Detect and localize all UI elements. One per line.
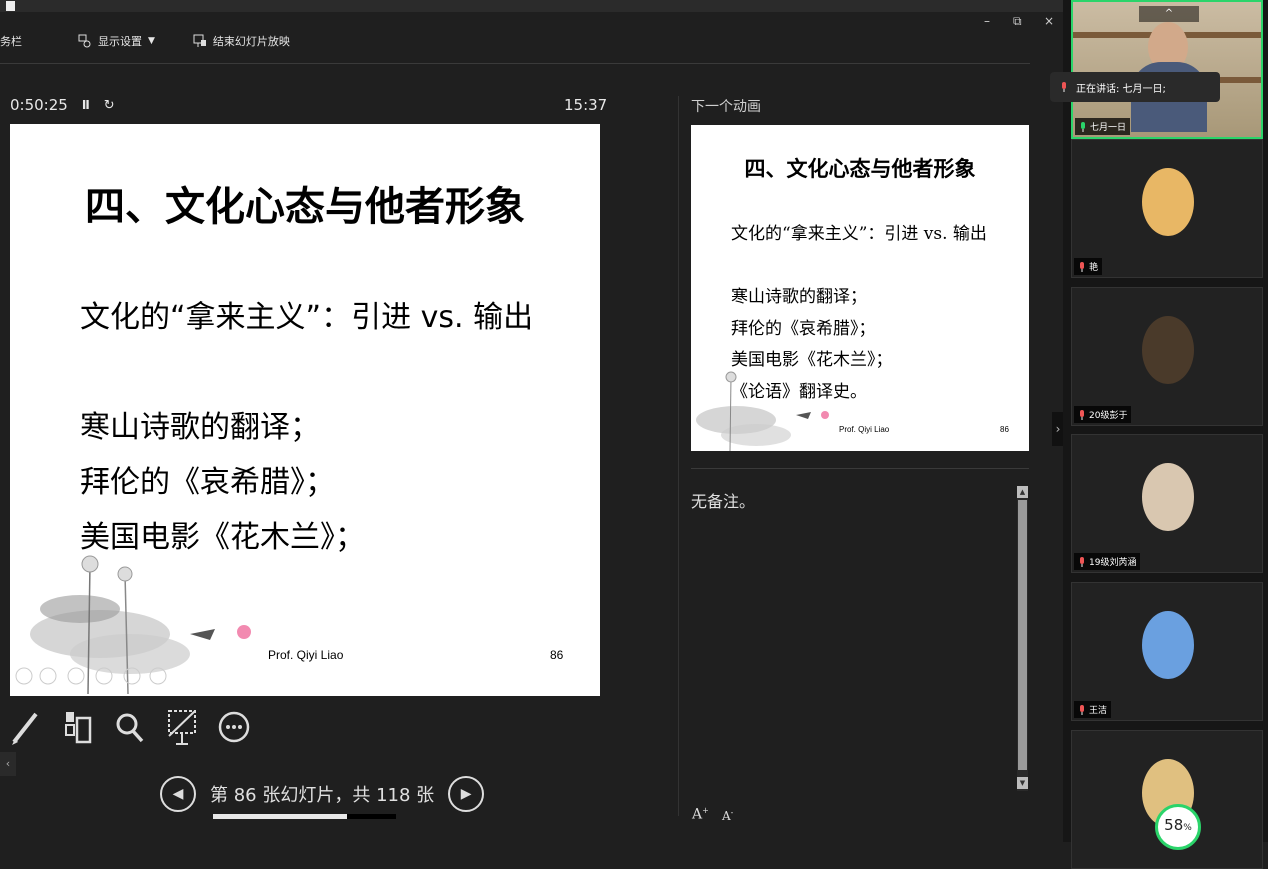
toolbar-divider bbox=[0, 63, 1030, 64]
participant-tile[interactable]: 20级彭于 bbox=[1071, 287, 1263, 426]
next-slide-page-number: 86 bbox=[1000, 425, 1009, 434]
participant-name: 19级刘芮涵 bbox=[1089, 558, 1137, 568]
presenter-tools bbox=[10, 708, 250, 746]
mic-icon bbox=[1062, 82, 1066, 92]
participant-tile[interactable]: ^ 七月一日 bbox=[1071, 0, 1263, 139]
presenter-view: 务栏 显示设置 ▼ 结束幻灯片放映 – ⧉ × 0:50:25 Ⅱ ↻ 15:3… bbox=[0, 0, 1063, 842]
pause-icon[interactable]: Ⅱ bbox=[82, 98, 90, 112]
slide-navigation: ◀ 第 86 张幻灯片，共 118 张 ▶ bbox=[160, 776, 485, 812]
speaking-text: 正在讲话: 七月一日; bbox=[1076, 83, 1166, 95]
slide-title: 四、文化心态与他者形象 bbox=[85, 184, 525, 230]
display-settings-icon bbox=[78, 34, 91, 48]
window-icon bbox=[6, 1, 15, 11]
pen-icon[interactable] bbox=[10, 708, 42, 746]
speaker-notes[interactable]: 无备注。 bbox=[691, 488, 755, 512]
participant-tile[interactable]: 19级刘芮涵 bbox=[1071, 434, 1263, 573]
chevron-left-icon: ◀ bbox=[172, 786, 184, 802]
mic-icon bbox=[1080, 556, 1084, 567]
percent-badge: 58% bbox=[1155, 804, 1201, 850]
slide-counter[interactable]: 第 86 张幻灯片，共 118 张 bbox=[210, 781, 434, 807]
black-screen-icon[interactable] bbox=[166, 708, 198, 746]
slide-page-number: 86 bbox=[550, 648, 564, 662]
pane-divider bbox=[678, 96, 679, 816]
participant-nametag: 20级彭于 bbox=[1074, 406, 1132, 423]
scroll-up-arrow[interactable]: ▲ bbox=[1017, 486, 1028, 498]
previous-slide-button[interactable]: ◀ bbox=[160, 776, 196, 812]
speaking-indicator: 正在讲话: 七月一日; bbox=[1050, 72, 1220, 102]
slide-credit: Prof. Qiyi Liao bbox=[268, 648, 344, 662]
video-gallery: ^ 七月一日艳 20级彭于 19级刘芮涵 王洁 bbox=[1063, 0, 1268, 869]
more-options-icon[interactable] bbox=[218, 708, 250, 746]
slide-line: 文化的“拿来主义”：引进 vs. 输出 bbox=[80, 300, 534, 335]
scroll-down-arrow[interactable]: ▼ bbox=[1017, 777, 1028, 789]
next-slide-preview[interactable]: 四、文化心态与他者形象 文化的“拿来主义”：引进 vs. 输出 寒山诗歌的翻译；… bbox=[691, 125, 1029, 451]
next-slide-line: 文化的“拿来主义”：引进 vs. 输出 bbox=[731, 224, 987, 244]
next-slide-credit: Prof. Qiyi Liao bbox=[839, 425, 890, 434]
slide-progress-bar bbox=[213, 814, 396, 819]
taskbar-button[interactable]: 务栏 bbox=[0, 33, 22, 49]
current-slide: 四、文化心态与他者形象 文化的“拿来主义”：引进 vs. 输出 寒山诗歌的翻译；… bbox=[10, 124, 600, 696]
notes-divider bbox=[691, 468, 1029, 469]
scroll-up-button[interactable]: ^ bbox=[1139, 6, 1199, 22]
participant-name: 20级彭于 bbox=[1089, 411, 1128, 421]
lotus-painting bbox=[15, 555, 251, 695]
presenter-toolbar: 务栏 显示设置 ▼ 结束幻灯片放映 bbox=[0, 26, 328, 56]
percent-unit: % bbox=[1183, 823, 1192, 833]
increase-font-button[interactable]: A+ bbox=[692, 806, 709, 823]
display-settings-label: 显示设置 bbox=[98, 35, 142, 48]
lotus-painting bbox=[696, 371, 829, 451]
next-slide-line: 拜伦的《哀希腊》； bbox=[731, 319, 876, 339]
end-show-icon bbox=[193, 34, 206, 47]
mic-icon bbox=[1080, 261, 1084, 272]
participant-nametag: 19级刘芮涵 bbox=[1074, 553, 1141, 570]
end-slideshow-button[interactable]: 结束幻灯片放映 bbox=[193, 33, 290, 49]
participant-nametag: 艳 bbox=[1074, 258, 1103, 275]
taskbar-label: 务栏 bbox=[0, 35, 22, 48]
next-slide-title: 四、文化心态与他者形象 bbox=[744, 156, 976, 181]
participant-nametag: 七月一日 bbox=[1075, 118, 1131, 135]
restore-button[interactable]: ⧉ bbox=[1013, 14, 1022, 29]
participant-tile[interactable]: 王洁 bbox=[1071, 582, 1263, 721]
chevron-down-icon: ▼ bbox=[148, 36, 155, 46]
decrease-font-label: A bbox=[722, 809, 731, 823]
percent-value: 58 bbox=[1164, 816, 1184, 834]
next-slide-button[interactable]: ▶ bbox=[448, 776, 485, 812]
slide-line: 寒山诗歌的翻译； bbox=[80, 410, 320, 445]
end-show-label: 结束幻灯片放映 bbox=[212, 35, 290, 48]
avatar bbox=[1142, 316, 1194, 384]
display-settings-button[interactable]: 显示设置 ▼ bbox=[78, 33, 155, 49]
avatar bbox=[1142, 611, 1194, 679]
participant-tile[interactable] bbox=[1071, 730, 1263, 869]
avatar bbox=[1142, 463, 1194, 531]
top-strip bbox=[0, 0, 1063, 12]
participant-tile[interactable]: 艳 bbox=[1071, 139, 1263, 278]
next-slide-line: 寒山诗歌的翻译； bbox=[731, 287, 867, 307]
decrease-font-button[interactable]: A- bbox=[722, 808, 733, 823]
elapsed-time: 0:50:25 bbox=[10, 96, 68, 114]
chevron-right-icon: ▶ bbox=[460, 786, 472, 802]
slide-timer: 0:50:25 Ⅱ ↻ bbox=[10, 96, 115, 114]
mic-icon bbox=[1080, 409, 1084, 420]
clock-time: 15:37 bbox=[564, 96, 608, 114]
mic-icon bbox=[1080, 704, 1084, 715]
increase-font-label: A bbox=[692, 806, 703, 823]
participant-name: 七月一日 bbox=[1090, 123, 1127, 133]
see-all-slides-icon[interactable] bbox=[62, 708, 94, 746]
participant-name: 王洁 bbox=[1089, 706, 1108, 716]
close-button[interactable]: × bbox=[1044, 14, 1054, 28]
reset-icon[interactable]: ↻ bbox=[104, 98, 115, 113]
participant-name: 艳 bbox=[1089, 263, 1099, 273]
slide-progress-fill bbox=[213, 814, 347, 819]
scroll-thumb[interactable] bbox=[1018, 500, 1027, 770]
zoom-icon[interactable] bbox=[114, 708, 146, 746]
slide-line: 拜伦的《哀希腊》； bbox=[80, 465, 335, 500]
mic-icon bbox=[1081, 121, 1085, 132]
participant-nametag: 王洁 bbox=[1074, 701, 1112, 718]
expand-sidebar-button[interactable]: ‹ bbox=[0, 752, 16, 776]
next-animation-label: 下一个动画 bbox=[691, 99, 761, 115]
avatar bbox=[1142, 168, 1194, 236]
minimize-button[interactable]: – bbox=[984, 14, 990, 28]
